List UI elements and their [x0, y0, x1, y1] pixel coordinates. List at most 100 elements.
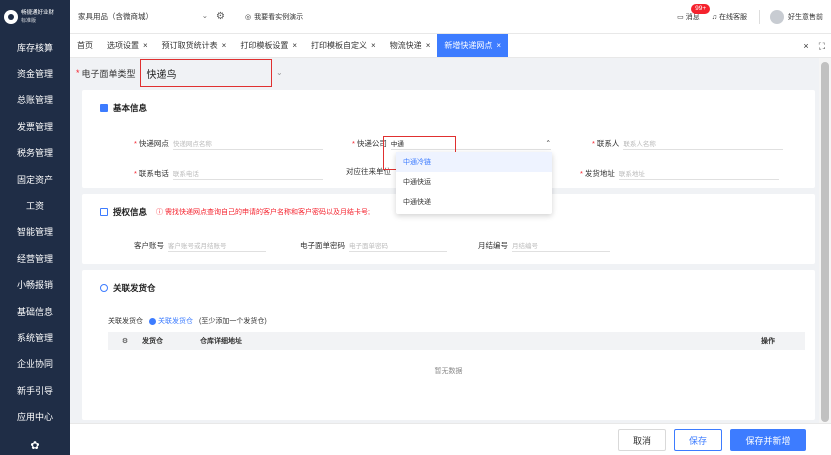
warehouse-hint: (至少添加一个发货仓) — [199, 318, 267, 325]
user-menu[interactable]: 好生意售前 — [759, 10, 823, 24]
scrollbar[interactable] — [819, 58, 831, 455]
add-warehouse-button[interactable]: 关联发货仓 — [149, 316, 193, 326]
sidebar-item[interactable]: 智能管理 — [0, 219, 70, 245]
sidebar-item[interactable]: 工资 — [0, 192, 70, 218]
scrollbar-thumb[interactable] — [821, 62, 829, 422]
address-input[interactable]: 联系地址 — [618, 166, 779, 180]
empty-state: 暂无数据 — [434, 368, 463, 375]
type-row: * 电子面单类型 快递鸟 ⌄ — [70, 58, 819, 88]
messages-button[interactable]: ▭ 99+ 消息 — [677, 4, 711, 22]
warehouse-label: 关联发货仓 — [108, 318, 143, 325]
close-tab-icon[interactable]: × — [426, 41, 431, 50]
close-all-icon[interactable]: × — [803, 41, 808, 51]
sidebar-item[interactable]: 总账管理 — [0, 87, 70, 113]
sidebar-item[interactable]: 基础信息 — [0, 298, 70, 324]
password-input[interactable]: 电子面单密码 — [349, 238, 447, 252]
tab-item[interactable]: 选项设置 × — [100, 34, 155, 57]
fullscreen-icon[interactable]: ⛶ — [819, 41, 825, 52]
outlet-label: 快递网点 — [138, 138, 169, 148]
phone-input[interactable]: 联系电话 — [172, 166, 323, 180]
sidebar: 畅捷通好业财 标准版 库存核算 资金管理 总账管理 发票管理 税务管理 固定资产 工资 智能管理… — [0, 0, 70, 455]
monthly-label: 月结编号 — [478, 240, 508, 250]
tab-label: 预订取货统计表 — [161, 41, 218, 50]
card-icon — [100, 208, 108, 216]
phone-label: 联系电话 — [138, 168, 169, 178]
type-select[interactable]: 快递鸟 — [139, 59, 272, 87]
close-tab-icon[interactable]: × — [143, 41, 148, 50]
warehouse-panel: 关联发货仓 关联发货仓 关联发货仓 (至少添加一个发货仓) ⚙ 发货仓 仓库详细地址… — [82, 270, 815, 420]
link-icon — [100, 284, 108, 292]
auth-warning-text: 需找快递网点查询自己的申请的客户名称和客户密码以及月结卡号; — [164, 209, 370, 216]
column-settings-icon[interactable]: ⚙ — [108, 337, 142, 345]
sidebar-item[interactable]: 应用中心 — [0, 403, 70, 429]
tab-item[interactable]: 打印模板自定义 × — [304, 34, 383, 57]
brand-name: 畅捷通好业财 — [21, 10, 55, 16]
outlet-input[interactable]: 快递网点名称 — [172, 136, 323, 150]
main-content: * 电子面单类型 快递鸟 ⌄ 基本信息 * 快递网点 快递网点名称 * 快递公司 中通 ⌃ … — [70, 58, 819, 455]
sidebar-item[interactable]: 小畅报销 — [0, 272, 70, 298]
sidebar-item[interactable]: 税务管理 — [0, 140, 70, 166]
store-selector[interactable]: 家具用品（含微商城） ⌄ — [78, 11, 208, 22]
address-label: 发货地址 — [584, 168, 615, 178]
dropdown-option[interactable]: 中通冷链 — [396, 152, 552, 172]
chat-icon: ▭ — [677, 14, 684, 21]
warehouse-title: 关联发货仓 — [113, 283, 156, 293]
logo: 畅捷通好业财 标准版 — [0, 0, 70, 34]
sidebar-item[interactable]: 库存核算 — [0, 34, 70, 60]
account-label: 客户账号 — [134, 240, 164, 250]
cancel-button[interactable]: 取消 — [618, 429, 666, 451]
sidebar-item[interactable]: 企业协同 — [0, 351, 70, 377]
footer: 取消 保存 保存并新增 — [70, 423, 831, 455]
monthly-input[interactable]: 月结编号 — [512, 238, 610, 252]
tab-label: 首页 — [77, 41, 93, 50]
account-input[interactable]: 客户账号或月结账号 — [168, 238, 266, 252]
dropdown-option[interactable]: 中通快运 — [396, 172, 552, 192]
sidebar-item[interactable]: 系统管理 — [0, 324, 70, 350]
demo-link[interactable]: ◎ 我要看实例演示 — [245, 12, 303, 22]
settings-gear-icon[interactable]: ✿ — [0, 435, 70, 455]
dropdown-option[interactable]: 中通快递 — [396, 192, 552, 212]
tab-label: 物流快递 — [389, 41, 422, 50]
col-address: 仓库详细地址 — [200, 338, 242, 345]
brand-logo-icon — [4, 10, 18, 24]
sidebar-item[interactable]: 新手引导 — [0, 377, 70, 403]
store-name: 家具用品（含微商城） — [78, 12, 153, 21]
close-tab-icon[interactable]: × — [292, 41, 297, 50]
brand-edition: 标准版 — [21, 18, 37, 24]
col-warehouse: 发货仓 — [142, 338, 163, 345]
password-label: 电子面单密码 — [300, 240, 345, 250]
tab-label: 选项设置 — [107, 41, 139, 50]
type-value: 快递鸟 — [146, 69, 177, 81]
tab-item[interactable]: 打印模板设置 × — [233, 34, 304, 57]
message-badge: 99+ — [691, 4, 711, 14]
sidebar-item[interactable]: 固定资产 — [0, 166, 70, 192]
store-settings-icon[interactable]: ⚙ — [216, 11, 225, 22]
close-tab-icon[interactable]: × — [222, 41, 227, 50]
contact-label: 联系人 — [596, 138, 620, 148]
tab-item[interactable]: 预订取货统计表 × — [155, 34, 234, 57]
eye-icon: ◎ — [244, 13, 252, 21]
save-and-new-button[interactable]: 保存并新增 — [730, 429, 806, 451]
close-tab-icon[interactable]: × — [496, 41, 501, 50]
demo-label: 我要看实例演示 — [254, 13, 304, 21]
basic-title: 基本信息 — [113, 103, 148, 113]
col-actions: 操作 — [761, 338, 775, 345]
service-button[interactable]: ♫ 在线客服 — [712, 12, 747, 22]
topbar: 家具用品（含微商城） ⌄ ⚙ ◎ 我要看实例演示 ▭ 99+ 消息 ♫ 在线客服 好生意售… — [70, 0, 831, 34]
save-button[interactable]: 保存 — [674, 429, 722, 451]
chevron-down-icon[interactable]: ⌄ — [276, 68, 283, 77]
company-dropdown: 中通冷链 中通快运 中通快递 — [396, 152, 552, 214]
contact-input[interactable]: 联系人名称 — [623, 136, 784, 150]
user-name: 好生意售前 — [788, 14, 823, 21]
sidebar-item[interactable]: 资金管理 — [0, 60, 70, 86]
avatar — [770, 10, 784, 24]
headset-icon: ♫ — [711, 13, 717, 21]
sidebar-item[interactable]: 经营管理 — [0, 245, 70, 271]
tab-label: 打印模板设置 — [240, 41, 289, 50]
tab-item[interactable]: 首页 — [70, 34, 100, 57]
add-warehouse-label: 关联发货仓 — [158, 318, 193, 325]
tab-item[interactable]: 新增快递网点 × — [437, 34, 509, 57]
tab-item[interactable]: 物流快递 × — [383, 34, 438, 57]
close-tab-icon[interactable]: × — [371, 41, 376, 50]
sidebar-item[interactable]: 发票管理 — [0, 113, 70, 139]
